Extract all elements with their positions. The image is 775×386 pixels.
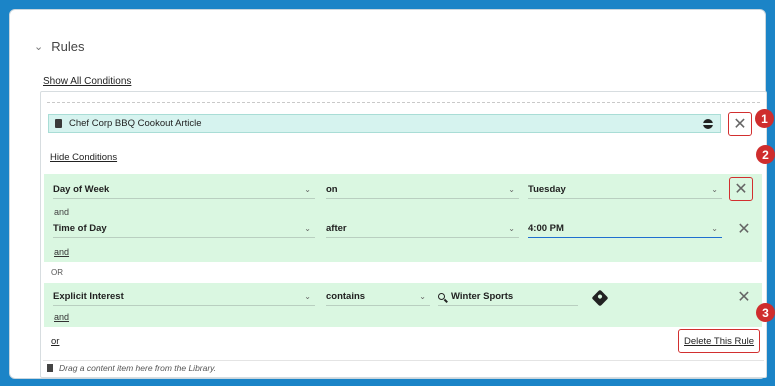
field-value: Time of Day <box>53 223 107 234</box>
condition-group-2: Explicit Interest ⌄ contains ⌄ Winter Sp… <box>44 283 762 327</box>
close-icon: ✕ <box>737 289 751 306</box>
document-icon <box>47 364 53 372</box>
chevron-down-icon[interactable]: ⌄ <box>34 40 43 53</box>
remove-condition-button[interactable]: ✕ <box>729 177 753 201</box>
close-icon: ✕ <box>734 181 748 198</box>
chevron-down-icon: ⌄ <box>304 185 311 194</box>
chevron-down-icon: ⌄ <box>711 224 718 233</box>
operator-value: after <box>326 223 347 234</box>
chevron-down-icon: ⌄ <box>419 292 426 301</box>
field-select-explicit-interest[interactable]: Explicit Interest ⌄ <box>53 288 315 306</box>
operator-select-on[interactable]: on ⌄ <box>326 181 519 199</box>
rules-panel: ⌄ Rules Show All Conditions Chef Corp BB… <box>9 9 767 379</box>
rule-card: Chef Corp BBQ Cookout Article ✕ Hide Con… <box>40 91 767 378</box>
delete-rule-button[interactable]: Delete This Rule <box>678 329 761 353</box>
search-icon <box>438 293 445 300</box>
chevron-down-icon: ⌄ <box>711 185 718 194</box>
remove-condition-button[interactable]: ✕ <box>732 217 756 241</box>
chevron-down-icon: ⌄ <box>304 224 311 233</box>
interest-icon[interactable] <box>591 289 609 307</box>
callout-badge-1: 1 <box>755 109 774 128</box>
value-select-tuesday[interactable]: Tuesday ⌄ <box>528 181 722 199</box>
drag-hint-text: Drag a content item here from the Librar… <box>59 363 217 373</box>
search-value: Winter Sports <box>451 291 514 302</box>
show-all-conditions-link[interactable]: Show All Conditions <box>43 76 131 87</box>
callout-badge-2: 2 <box>756 145 775 164</box>
and-joiner: and <box>54 207 70 217</box>
value-text: 4:00 PM <box>528 223 564 234</box>
drop-zone-divider <box>47 102 760 103</box>
globe-icon[interactable] <box>703 119 713 129</box>
callout-badge-3: 3 <box>756 303 775 322</box>
content-item-chip[interactable]: Chef Corp BBQ Cookout Article <box>48 114 721 133</box>
close-icon: ✕ <box>737 221 751 238</box>
value-select-time[interactable]: 4:00 PM ⌄ <box>528 220 722 238</box>
operator-value: on <box>326 184 338 195</box>
chevron-down-icon: ⌄ <box>508 224 515 233</box>
rules-section-header[interactable]: ⌄ Rules <box>34 39 84 54</box>
remove-condition-button[interactable]: ✕ <box>732 285 756 309</box>
operator-value: contains <box>326 291 366 302</box>
remove-content-item-button[interactable]: ✕ <box>728 112 752 136</box>
value-text: Tuesday <box>528 184 566 195</box>
add-and-condition-link[interactable]: and <box>54 312 69 322</box>
operator-select-after[interactable]: after ⌄ <box>326 220 519 238</box>
add-and-condition-link[interactable]: and <box>54 247 69 257</box>
chevron-down-icon: ⌄ <box>508 185 515 194</box>
interest-search-input[interactable]: Winter Sports <box>438 288 578 306</box>
hide-conditions-link[interactable]: Hide Conditions <box>50 152 117 163</box>
chevron-down-icon: ⌄ <box>304 292 311 301</box>
add-or-group-link[interactable]: or <box>51 336 59 347</box>
content-item-title: Chef Corp BBQ Cookout Article <box>69 118 202 129</box>
content-item-icon <box>55 119 62 128</box>
or-separator: OR <box>51 268 63 277</box>
close-icon: ✕ <box>733 116 747 133</box>
drag-hint: Drag a content item here from the Librar… <box>43 360 764 375</box>
field-value: Explicit Interest <box>53 291 124 302</box>
rules-section-label: Rules <box>51 39 85 54</box>
field-select-day-of-week[interactable]: Day of Week ⌄ <box>53 181 315 199</box>
operator-select-contains[interactable]: contains ⌄ <box>326 288 430 306</box>
condition-group-1: Day of Week ⌄ on ⌄ Tuesday ⌄ ✕ and Time … <box>44 174 762 262</box>
field-value: Day of Week <box>53 184 110 195</box>
field-select-time-of-day[interactable]: Time of Day ⌄ <box>53 220 315 238</box>
